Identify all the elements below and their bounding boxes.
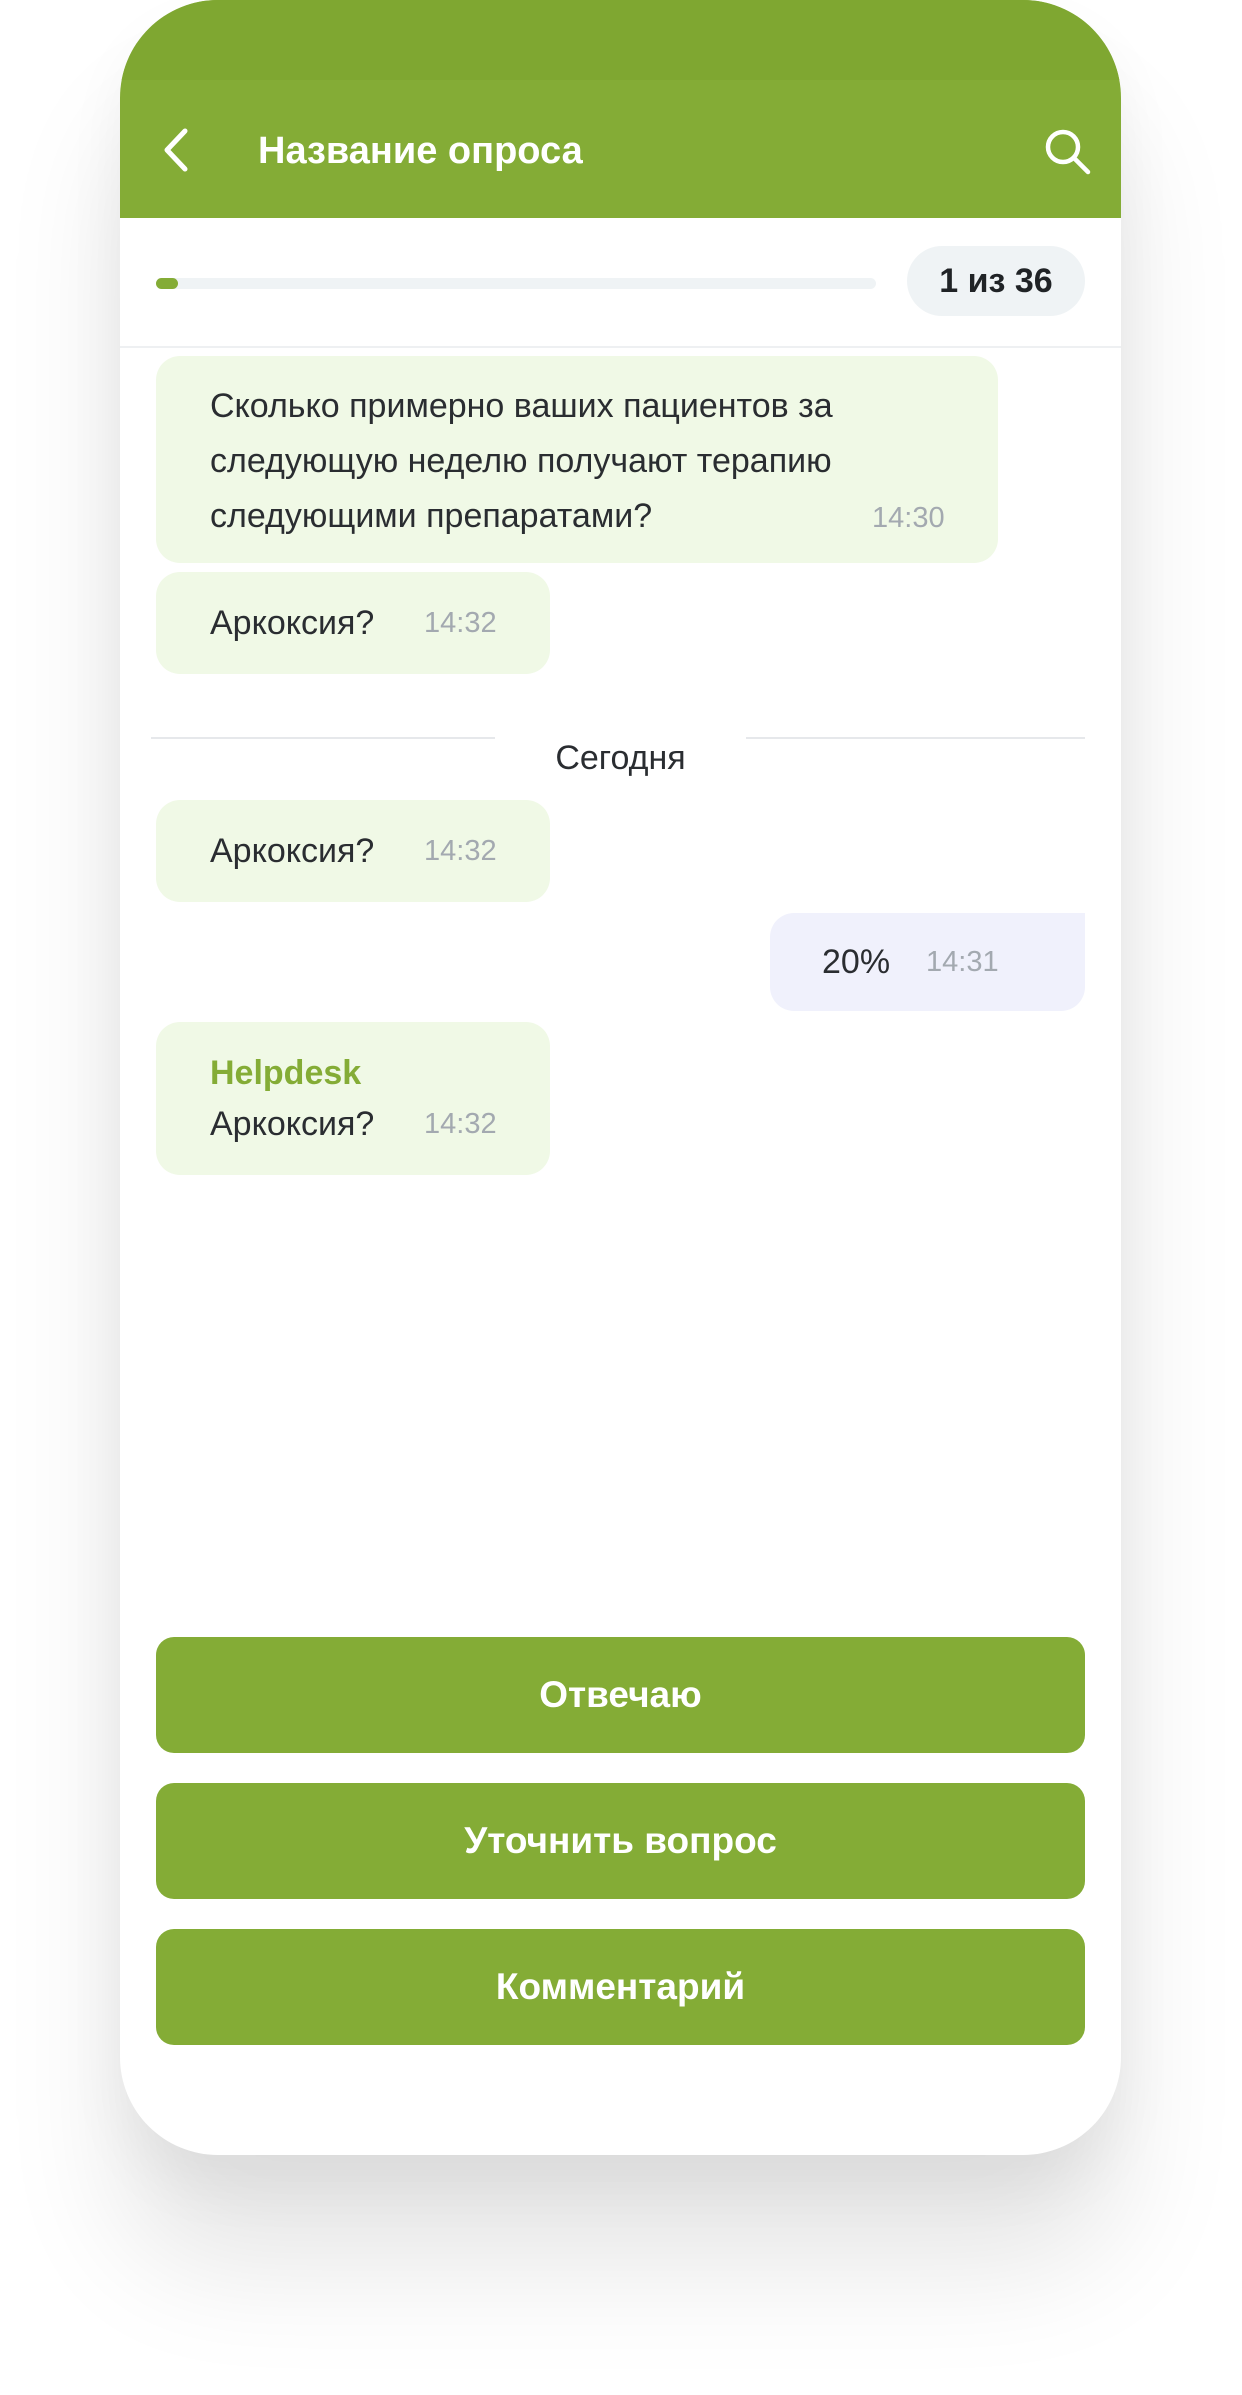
message-bubble-outgoing: 20% 14:31 [770, 913, 1085, 1011]
message-bubble-question: Сколько примерно ваших пациентов за след… [156, 356, 998, 563]
search-icon [1045, 129, 1091, 175]
chevron-left-icon [164, 128, 188, 172]
message-text: Аркоксия? [210, 1105, 375, 1143]
app-header: Название опроса [120, 0, 1121, 218]
message-sender: Helpdesk [210, 1054, 362, 1092]
message-text: Аркоксия? [210, 832, 375, 870]
message-text: Аркоксия? [210, 604, 375, 642]
message-time: 14:32 [424, 1108, 497, 1140]
message-bubble-helpdesk: Helpdesk Аркоксия? 14:32 [156, 1022, 550, 1175]
message-bubble: Аркоксия? 14:32 [156, 800, 550, 902]
search-button[interactable] [1038, 122, 1098, 182]
divider-line [746, 737, 1085, 739]
phone-screen: Название опроса 1 из 36 Сколько примерно… [120, 0, 1121, 2155]
progress-bar-fill [156, 278, 178, 289]
message-time: 14:30 [872, 502, 945, 534]
message-text-line: следующими препаратами? [210, 497, 653, 535]
message-time: 14:32 [424, 835, 497, 867]
message-time: 14:31 [926, 946, 999, 978]
answer-button[interactable]: Отвечаю [156, 1637, 1085, 1753]
message-text-line: следующую неделю получают терапию [210, 442, 832, 480]
progress-bar [156, 278, 876, 289]
page-title: Название опроса [258, 130, 583, 172]
question-counter: 1 из 36 [907, 246, 1085, 316]
clarify-question-button[interactable]: Уточнить вопрос [156, 1783, 1085, 1899]
message-text-line: Сколько примерно ваших пациентов за [210, 387, 833, 425]
message-text: 20% [822, 943, 891, 981]
message-bubble: Аркоксия? 14:32 [156, 572, 550, 674]
back-button[interactable] [148, 118, 204, 182]
divider-line [151, 737, 495, 739]
message-time: 14:32 [424, 607, 497, 639]
date-divider: Сегодня [555, 739, 686, 777]
comment-button[interactable]: Комментарий [156, 1929, 1085, 2045]
survey-progress: 1 из 36 [120, 218, 1121, 348]
status-bar [120, 0, 1121, 80]
